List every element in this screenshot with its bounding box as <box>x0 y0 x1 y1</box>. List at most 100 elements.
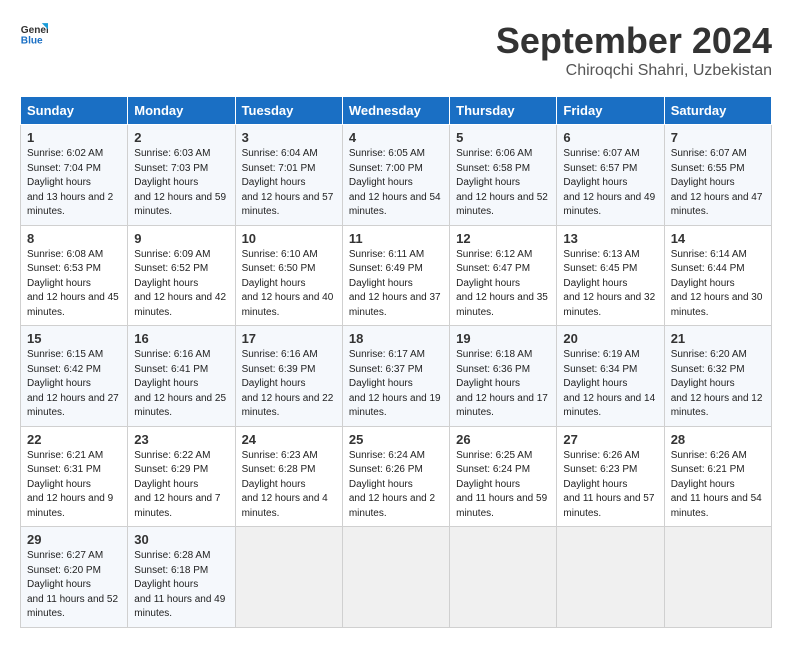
day-number: 7 <box>671 130 765 145</box>
day-detail: Sunrise: 6:15 AMSunset: 6:42 PMDaylight … <box>27 349 119 418</box>
day-cell-5: 5 Sunrise: 6:06 AMSunset: 6:58 PMDayligh… <box>450 125 557 226</box>
day-detail: Sunrise: 6:27 AMSunset: 6:20 PMDaylight … <box>27 550 118 619</box>
day-cell-22: 22 Sunrise: 6:21 AMSunset: 6:31 PMDaylig… <box>21 426 128 527</box>
day-number: 5 <box>456 130 550 145</box>
day-number: 14 <box>671 231 765 246</box>
day-cell-16: 16 Sunrise: 6:16 AMSunset: 6:41 PMDaylig… <box>128 326 235 427</box>
day-number: 2 <box>134 130 228 145</box>
day-detail: Sunrise: 6:16 AMSunset: 6:39 PMDaylight … <box>242 349 334 418</box>
day-detail: Sunrise: 6:24 AMSunset: 6:26 PMDaylight … <box>349 450 435 519</box>
day-number: 4 <box>349 130 443 145</box>
day-detail: Sunrise: 6:22 AMSunset: 6:29 PMDaylight … <box>134 450 220 519</box>
day-detail: Sunrise: 6:05 AMSunset: 7:00 PMDaylight … <box>349 148 441 217</box>
day-cell-19: 19 Sunrise: 6:18 AMSunset: 6:36 PMDaylig… <box>450 326 557 427</box>
day-detail: Sunrise: 6:07 AMSunset: 6:55 PMDaylight … <box>671 148 763 217</box>
day-detail: Sunrise: 6:25 AMSunset: 6:24 PMDaylight … <box>456 450 547 519</box>
day-number: 19 <box>456 331 550 346</box>
day-detail: Sunrise: 6:26 AMSunset: 6:21 PMDaylight … <box>671 450 762 519</box>
day-number: 21 <box>671 331 765 346</box>
header-friday: Friday <box>557 97 664 125</box>
calendar-table: Sunday Monday Tuesday Wednesday Thursday… <box>20 96 772 628</box>
day-number: 8 <box>27 231 121 246</box>
day-number: 10 <box>242 231 336 246</box>
day-number: 1 <box>27 130 121 145</box>
day-number: 23 <box>134 432 228 447</box>
day-cell-21: 21 Sunrise: 6:20 AMSunset: 6:32 PMDaylig… <box>664 326 771 427</box>
day-number: 26 <box>456 432 550 447</box>
title-area: September 2024 Chiroqchi Shahri, Uzbekis… <box>496 20 772 80</box>
day-cell-1: 1 Sunrise: 6:02 AMSunset: 7:04 PMDayligh… <box>21 125 128 226</box>
day-number: 22 <box>27 432 121 447</box>
day-number: 15 <box>27 331 121 346</box>
day-cell-20: 20 Sunrise: 6:19 AMSunset: 6:34 PMDaylig… <box>557 326 664 427</box>
day-number: 11 <box>349 231 443 246</box>
day-cell-4: 4 Sunrise: 6:05 AMSunset: 7:00 PMDayligh… <box>342 125 449 226</box>
day-cell-11: 11 Sunrise: 6:11 AMSunset: 6:49 PMDaylig… <box>342 225 449 326</box>
day-detail: Sunrise: 6:09 AMSunset: 6:52 PMDaylight … <box>134 249 226 318</box>
month-title: September 2024 <box>496 20 772 62</box>
day-detail: Sunrise: 6:08 AMSunset: 6:53 PMDaylight … <box>27 249 119 318</box>
day-cell-18: 18 Sunrise: 6:17 AMSunset: 6:37 PMDaylig… <box>342 326 449 427</box>
day-cell-27: 27 Sunrise: 6:26 AMSunset: 6:23 PMDaylig… <box>557 426 664 527</box>
day-detail: Sunrise: 6:07 AMSunset: 6:57 PMDaylight … <box>563 148 655 217</box>
day-cell-3: 3 Sunrise: 6:04 AMSunset: 7:01 PMDayligh… <box>235 125 342 226</box>
header-saturday: Saturday <box>664 97 771 125</box>
day-number: 3 <box>242 130 336 145</box>
header-thursday: Thursday <box>450 97 557 125</box>
day-detail: Sunrise: 6:21 AMSunset: 6:31 PMDaylight … <box>27 450 113 519</box>
day-number: 29 <box>27 532 121 547</box>
day-detail: Sunrise: 6:17 AMSunset: 6:37 PMDaylight … <box>349 349 441 418</box>
svg-text:Blue: Blue <box>21 35 43 46</box>
day-cell-24: 24 Sunrise: 6:23 AMSunset: 6:28 PMDaylig… <box>235 426 342 527</box>
day-number: 20 <box>563 331 657 346</box>
day-detail: Sunrise: 6:02 AMSunset: 7:04 PMDaylight … <box>27 148 113 217</box>
day-detail: Sunrise: 6:12 AMSunset: 6:47 PMDaylight … <box>456 249 548 318</box>
day-number: 12 <box>456 231 550 246</box>
page-header: General Blue General Blue September 2024… <box>20 20 772 80</box>
day-number: 9 <box>134 231 228 246</box>
calendar-header-row: Sunday Monday Tuesday Wednesday Thursday… <box>21 97 772 125</box>
day-number: 6 <box>563 130 657 145</box>
day-detail: Sunrise: 6:06 AMSunset: 6:58 PMDaylight … <box>456 148 548 217</box>
day-number: 17 <box>242 331 336 346</box>
day-number: 25 <box>349 432 443 447</box>
calendar-week-4: 22 Sunrise: 6:21 AMSunset: 6:31 PMDaylig… <box>21 426 772 527</box>
calendar-week-2: 8 Sunrise: 6:08 AMSunset: 6:53 PMDayligh… <box>21 225 772 326</box>
day-number: 28 <box>671 432 765 447</box>
day-cell-10: 10 Sunrise: 6:10 AMSunset: 6:50 PMDaylig… <box>235 225 342 326</box>
header-sunday: Sunday <box>21 97 128 125</box>
day-cell-12: 12 Sunrise: 6:12 AMSunset: 6:47 PMDaylig… <box>450 225 557 326</box>
day-cell-26: 26 Sunrise: 6:25 AMSunset: 6:24 PMDaylig… <box>450 426 557 527</box>
day-number: 24 <box>242 432 336 447</box>
logo: General Blue General Blue <box>20 20 48 48</box>
header-monday: Monday <box>128 97 235 125</box>
day-detail: Sunrise: 6:03 AMSunset: 7:03 PMDaylight … <box>134 148 226 217</box>
location-subtitle: Chiroqchi Shahri, Uzbekistan <box>496 62 772 80</box>
day-number: 13 <box>563 231 657 246</box>
day-detail: Sunrise: 6:11 AMSunset: 6:49 PMDaylight … <box>349 249 441 318</box>
header-wednesday: Wednesday <box>342 97 449 125</box>
day-number: 18 <box>349 331 443 346</box>
day-cell-2: 2 Sunrise: 6:03 AMSunset: 7:03 PMDayligh… <box>128 125 235 226</box>
calendar-week-3: 15 Sunrise: 6:15 AMSunset: 6:42 PMDaylig… <box>21 326 772 427</box>
day-detail: Sunrise: 6:16 AMSunset: 6:41 PMDaylight … <box>134 349 226 418</box>
header-tuesday: Tuesday <box>235 97 342 125</box>
day-detail: Sunrise: 6:13 AMSunset: 6:45 PMDaylight … <box>563 249 655 318</box>
day-detail: Sunrise: 6:10 AMSunset: 6:50 PMDaylight … <box>242 249 334 318</box>
day-cell-25: 25 Sunrise: 6:24 AMSunset: 6:26 PMDaylig… <box>342 426 449 527</box>
day-number: 30 <box>134 532 228 547</box>
day-cell-8: 8 Sunrise: 6:08 AMSunset: 6:53 PMDayligh… <box>21 225 128 326</box>
day-detail: Sunrise: 6:28 AMSunset: 6:18 PMDaylight … <box>134 550 225 619</box>
day-detail: Sunrise: 6:18 AMSunset: 6:36 PMDaylight … <box>456 349 548 418</box>
day-cell-15: 15 Sunrise: 6:15 AMSunset: 6:42 PMDaylig… <box>21 326 128 427</box>
day-detail: Sunrise: 6:19 AMSunset: 6:34 PMDaylight … <box>563 349 655 418</box>
calendar-week-1: 1 Sunrise: 6:02 AMSunset: 7:04 PMDayligh… <box>21 125 772 226</box>
day-cell-6: 6 Sunrise: 6:07 AMSunset: 6:57 PMDayligh… <box>557 125 664 226</box>
day-cell-14: 14 Sunrise: 6:14 AMSunset: 6:44 PMDaylig… <box>664 225 771 326</box>
day-cell-23: 23 Sunrise: 6:22 AMSunset: 6:29 PMDaylig… <box>128 426 235 527</box>
day-cell-7: 7 Sunrise: 6:07 AMSunset: 6:55 PMDayligh… <box>664 125 771 226</box>
day-detail: Sunrise: 6:23 AMSunset: 6:28 PMDaylight … <box>242 450 328 519</box>
day-detail: Sunrise: 6:20 AMSunset: 6:32 PMDaylight … <box>671 349 763 418</box>
day-number: 16 <box>134 331 228 346</box>
day-cell-28: 28 Sunrise: 6:26 AMSunset: 6:21 PMDaylig… <box>664 426 771 527</box>
